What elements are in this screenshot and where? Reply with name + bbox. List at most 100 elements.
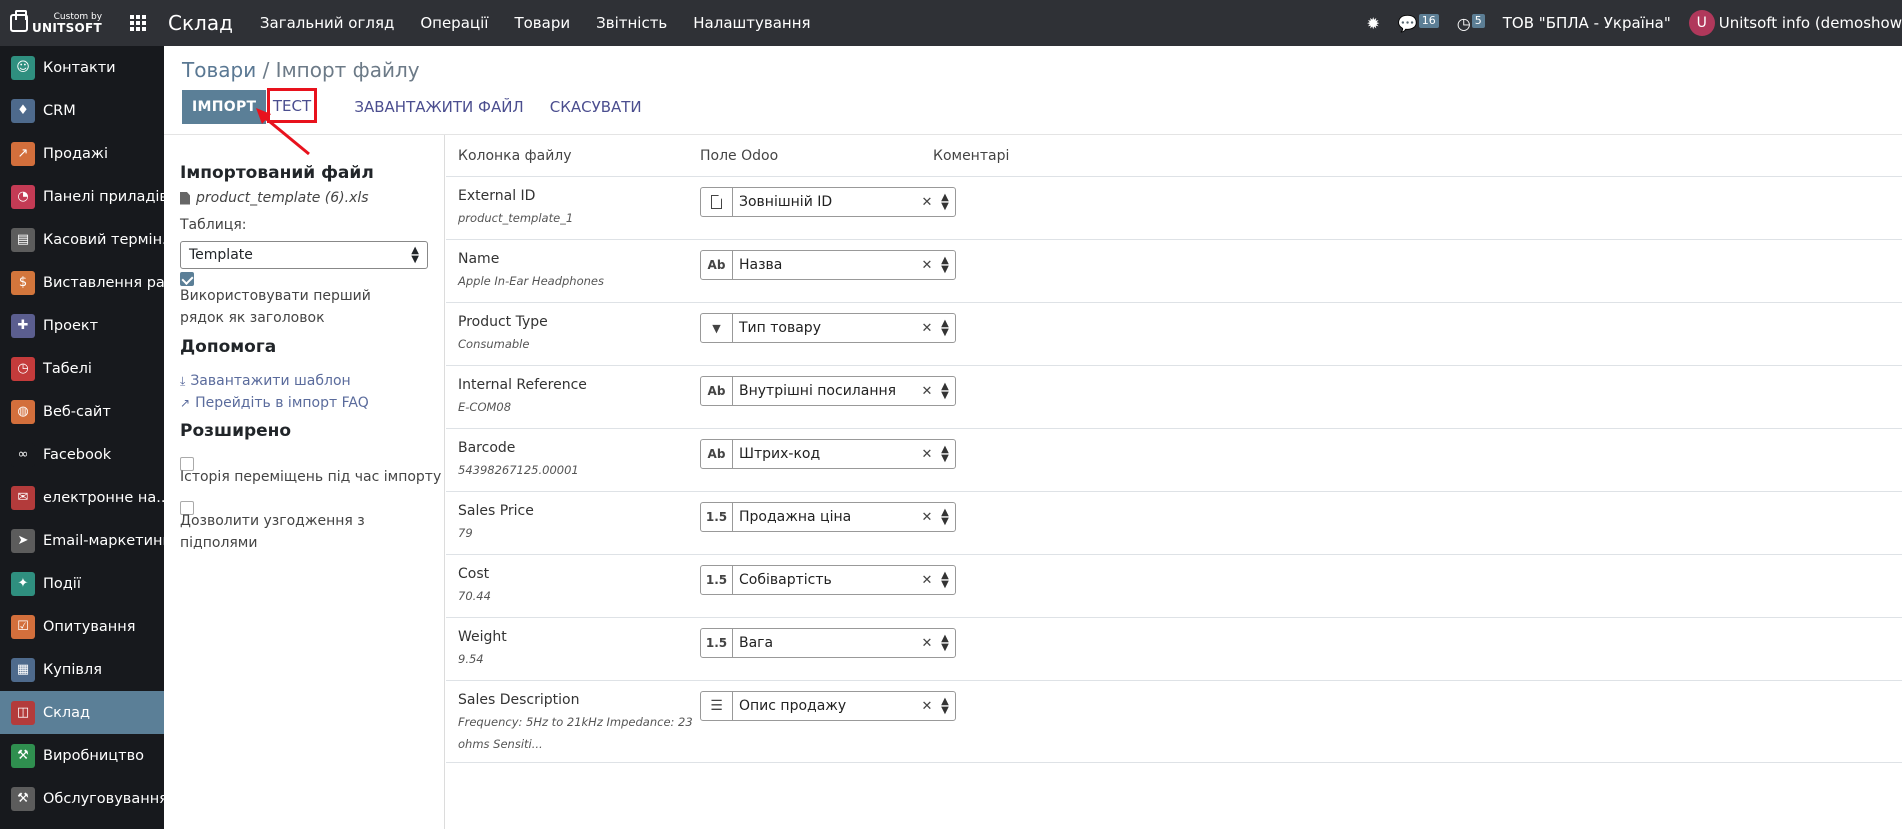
menu-configuration[interactable]: Налаштування	[693, 14, 810, 32]
clear-icon[interactable]: ✕	[919, 384, 935, 399]
company-switcher[interactable]: ТОВ "БПЛА - Україна"	[1503, 14, 1671, 32]
clear-icon[interactable]: ✕	[919, 447, 935, 462]
import-faq-link[interactable]: ↗ Перейдіть в імпорт FAQ	[180, 395, 369, 411]
odoo-field-value: Вага	[739, 635, 774, 651]
sidebar-item[interactable]: ⚒ Виробництво	[0, 734, 164, 777]
sidebar-item-label: Купівля	[43, 661, 102, 678]
table-row: Product Type Consumable ▼ Тип товару ✕ ▲ ▼	[446, 303, 1902, 366]
odoo-field-select[interactable]: 1.5 Вага ✕ ▲ ▼	[700, 628, 956, 658]
apps-grid-icon[interactable]	[130, 15, 146, 31]
sidebar-item[interactable]: ⚒ Обслуговування	[0, 777, 164, 820]
import-faq-label: Перейдіть в імпорт FAQ	[195, 395, 369, 411]
odoo-field-select[interactable]: ▼ Тип товару ✕ ▲ ▼	[700, 313, 956, 343]
sidebar-item-label: Проект	[43, 317, 99, 334]
clear-icon[interactable]: ✕	[919, 195, 935, 210]
sidebar-item[interactable]: ☺ Контакти	[0, 46, 164, 89]
test-button[interactable]: ТЕСТ	[267, 88, 317, 123]
sidebar-item[interactable]: ∞ Facebook	[0, 433, 164, 476]
clear-icon[interactable]: ✕	[919, 510, 935, 525]
upload-file-button[interactable]: ЗАВАНТАЖИТИ ФАЙЛ	[354, 90, 523, 124]
sidebar-item-label: Панелі приладів	[43, 188, 164, 205]
clear-icon[interactable]: ✕	[919, 258, 935, 273]
user-name: Unitsoft info (demoshow	[1718, 14, 1902, 32]
odoo-field-select[interactable]: 1.5 Собівартість ✕ ▲ ▼	[700, 565, 956, 595]
odoo-field-select[interactable]: Ab Штрих-код ✕ ▲ ▼	[700, 439, 956, 469]
advanced-heading: Розширено	[180, 421, 292, 441]
brand-logo[interactable]: Custom by UNITSOFT	[0, 0, 112, 46]
text-type-icon: Ab	[701, 440, 733, 468]
breadcrumb: Товари / Імпорт файлу	[182, 58, 420, 82]
text-type-icon: Ab	[701, 377, 733, 405]
sidebar-item-label: Обслуговування	[43, 790, 164, 807]
file-column-name: Cost	[458, 566, 490, 582]
breadcrumb-separator: /	[262, 58, 270, 82]
menu-products[interactable]: Товари	[514, 14, 570, 32]
file-column-name: Weight	[458, 629, 507, 645]
app-title[interactable]: Склад	[168, 11, 233, 35]
table-row: External ID product_template_1 Зовнішній I…	[446, 177, 1902, 240]
sidebar-item[interactable]: ♦ CRM	[0, 89, 164, 132]
float-type-icon: 1.5	[701, 629, 733, 657]
app-sidebar: ☺ Контакти ♦ CRM ↗ Продажі ◔ Панелі приладів ▤ Ка…	[0, 46, 164, 829]
clear-icon[interactable]: ✕	[919, 699, 935, 714]
select-arrows-icon: ▲ ▼	[941, 633, 949, 653]
sidebar-item[interactable]: ✉ електронне на...	[0, 476, 164, 519]
messages-button[interactable]: 💬 16	[1398, 13, 1439, 33]
sidebar-item-label: Веб-сайт	[43, 403, 111, 420]
odoo-field-select[interactable]: Ab Внутрішні посилання ✕ ▲ ▼	[700, 376, 956, 406]
odoo-field-select[interactable]: Зовнішній ID ✕ ▲ ▼	[700, 187, 956, 217]
odoo-field-select[interactable]: Ab Назва ✕ ▲ ▼	[700, 250, 956, 280]
sidebar-item[interactable]: ▤ Касовий термін...	[0, 218, 164, 261]
sidebar-item-label: Facebook	[43, 446, 112, 463]
manufacturing-wrench-icon: ⚒	[11, 743, 35, 768]
sidebar-item-label: Виробництво	[43, 747, 145, 764]
sidebar-item[interactable]: ▦ Купівля	[0, 648, 164, 691]
sidebar-item[interactable]: ↗ Продажі	[0, 132, 164, 175]
file-column-name: Product Type	[458, 314, 548, 330]
odoo-field-select[interactable]: ☰ Опис продажу ✕ ▲ ▼	[700, 691, 956, 721]
user-menu[interactable]: U Unitsoft info (demoshow	[1688, 10, 1902, 36]
select-arrows-icon: ▲ ▼	[941, 696, 949, 716]
debug-bug-icon[interactable]: ✹	[1366, 14, 1379, 33]
odoo-field-select[interactable]: 1.5 Продажна ціна ✕ ▲ ▼	[700, 502, 956, 532]
float-type-icon: 1.5	[701, 503, 733, 531]
table-row: Cost 70.44 1.5 Собівартість ✕ ▲ ▼	[446, 555, 1902, 618]
sidebar-item[interactable]: ☑ Опитування	[0, 605, 164, 648]
file-column-name: Internal Reference	[458, 377, 587, 393]
sidebar-item[interactable]: ✚ Проект	[0, 304, 164, 347]
use-header-checkbox[interactable]	[180, 272, 194, 286]
file-column-sample: 70.44	[458, 589, 491, 603]
sidebar-item[interactable]: $ Виставлення ра...	[0, 261, 164, 304]
sidebar-item[interactable]: ➤ Email-маркетинг	[0, 519, 164, 562]
clear-icon[interactable]: ✕	[919, 636, 935, 651]
clear-icon[interactable]: ✕	[919, 573, 935, 588]
odoo-field-value: Назва	[739, 257, 783, 273]
file-column-sample: Consumable	[458, 337, 530, 351]
clear-icon[interactable]: ✕	[919, 321, 935, 336]
breadcrumb-products[interactable]: Товари	[182, 58, 256, 82]
file-column-sample: 54398267125.00001	[458, 463, 579, 477]
cancel-button[interactable]: СКАСУВАТИ	[550, 90, 642, 124]
import-button[interactable]: ІМПОРТ	[182, 90, 267, 124]
menu-reporting[interactable]: Звітність	[596, 14, 667, 32]
clock-icon: ◷	[1456, 13, 1471, 33]
table-row: Barcode 54398267125.00001 Ab Штрих-код ✕ ▲ ▼	[446, 429, 1902, 492]
select-arrows-icon: ▲ ▼	[941, 507, 949, 527]
sheet-select[interactable]: Template ▲ ▼	[180, 241, 428, 269]
select-arrows-icon: ▲ ▼	[941, 570, 949, 590]
sidebar-item[interactable]: ✦ Події	[0, 562, 164, 605]
contacts-icon: ☺	[11, 55, 35, 80]
sidebar-item[interactable]: ◫ Склад	[0, 691, 164, 734]
activities-button[interactable]: ◷ 5	[1456, 13, 1485, 33]
menu-overview[interactable]: Загальний огляд	[260, 14, 394, 32]
menu-operations[interactable]: Операції	[420, 14, 488, 32]
download-template-link[interactable]: ⤓ Завантажити шаблон	[180, 373, 351, 389]
sidebar-item[interactable]: ◔ Панелі приладів	[0, 175, 164, 218]
dashboard-gauge-icon: ◔	[11, 184, 35, 209]
sidebar-item[interactable]: ◍ Веб-сайт	[0, 390, 164, 433]
sidebar-item-label: Email-маркетинг	[43, 532, 164, 549]
table-row: Weight 9.54 1.5 Вага ✕ ▲ ▼	[446, 618, 1902, 681]
sidebar-item[interactable]: ◷ Табелі	[0, 347, 164, 390]
paper-plane-icon: ➤	[11, 528, 35, 553]
column-mapping-table: Колонка файлу Поле Odoo Коментарі Extern…	[446, 135, 1902, 763]
